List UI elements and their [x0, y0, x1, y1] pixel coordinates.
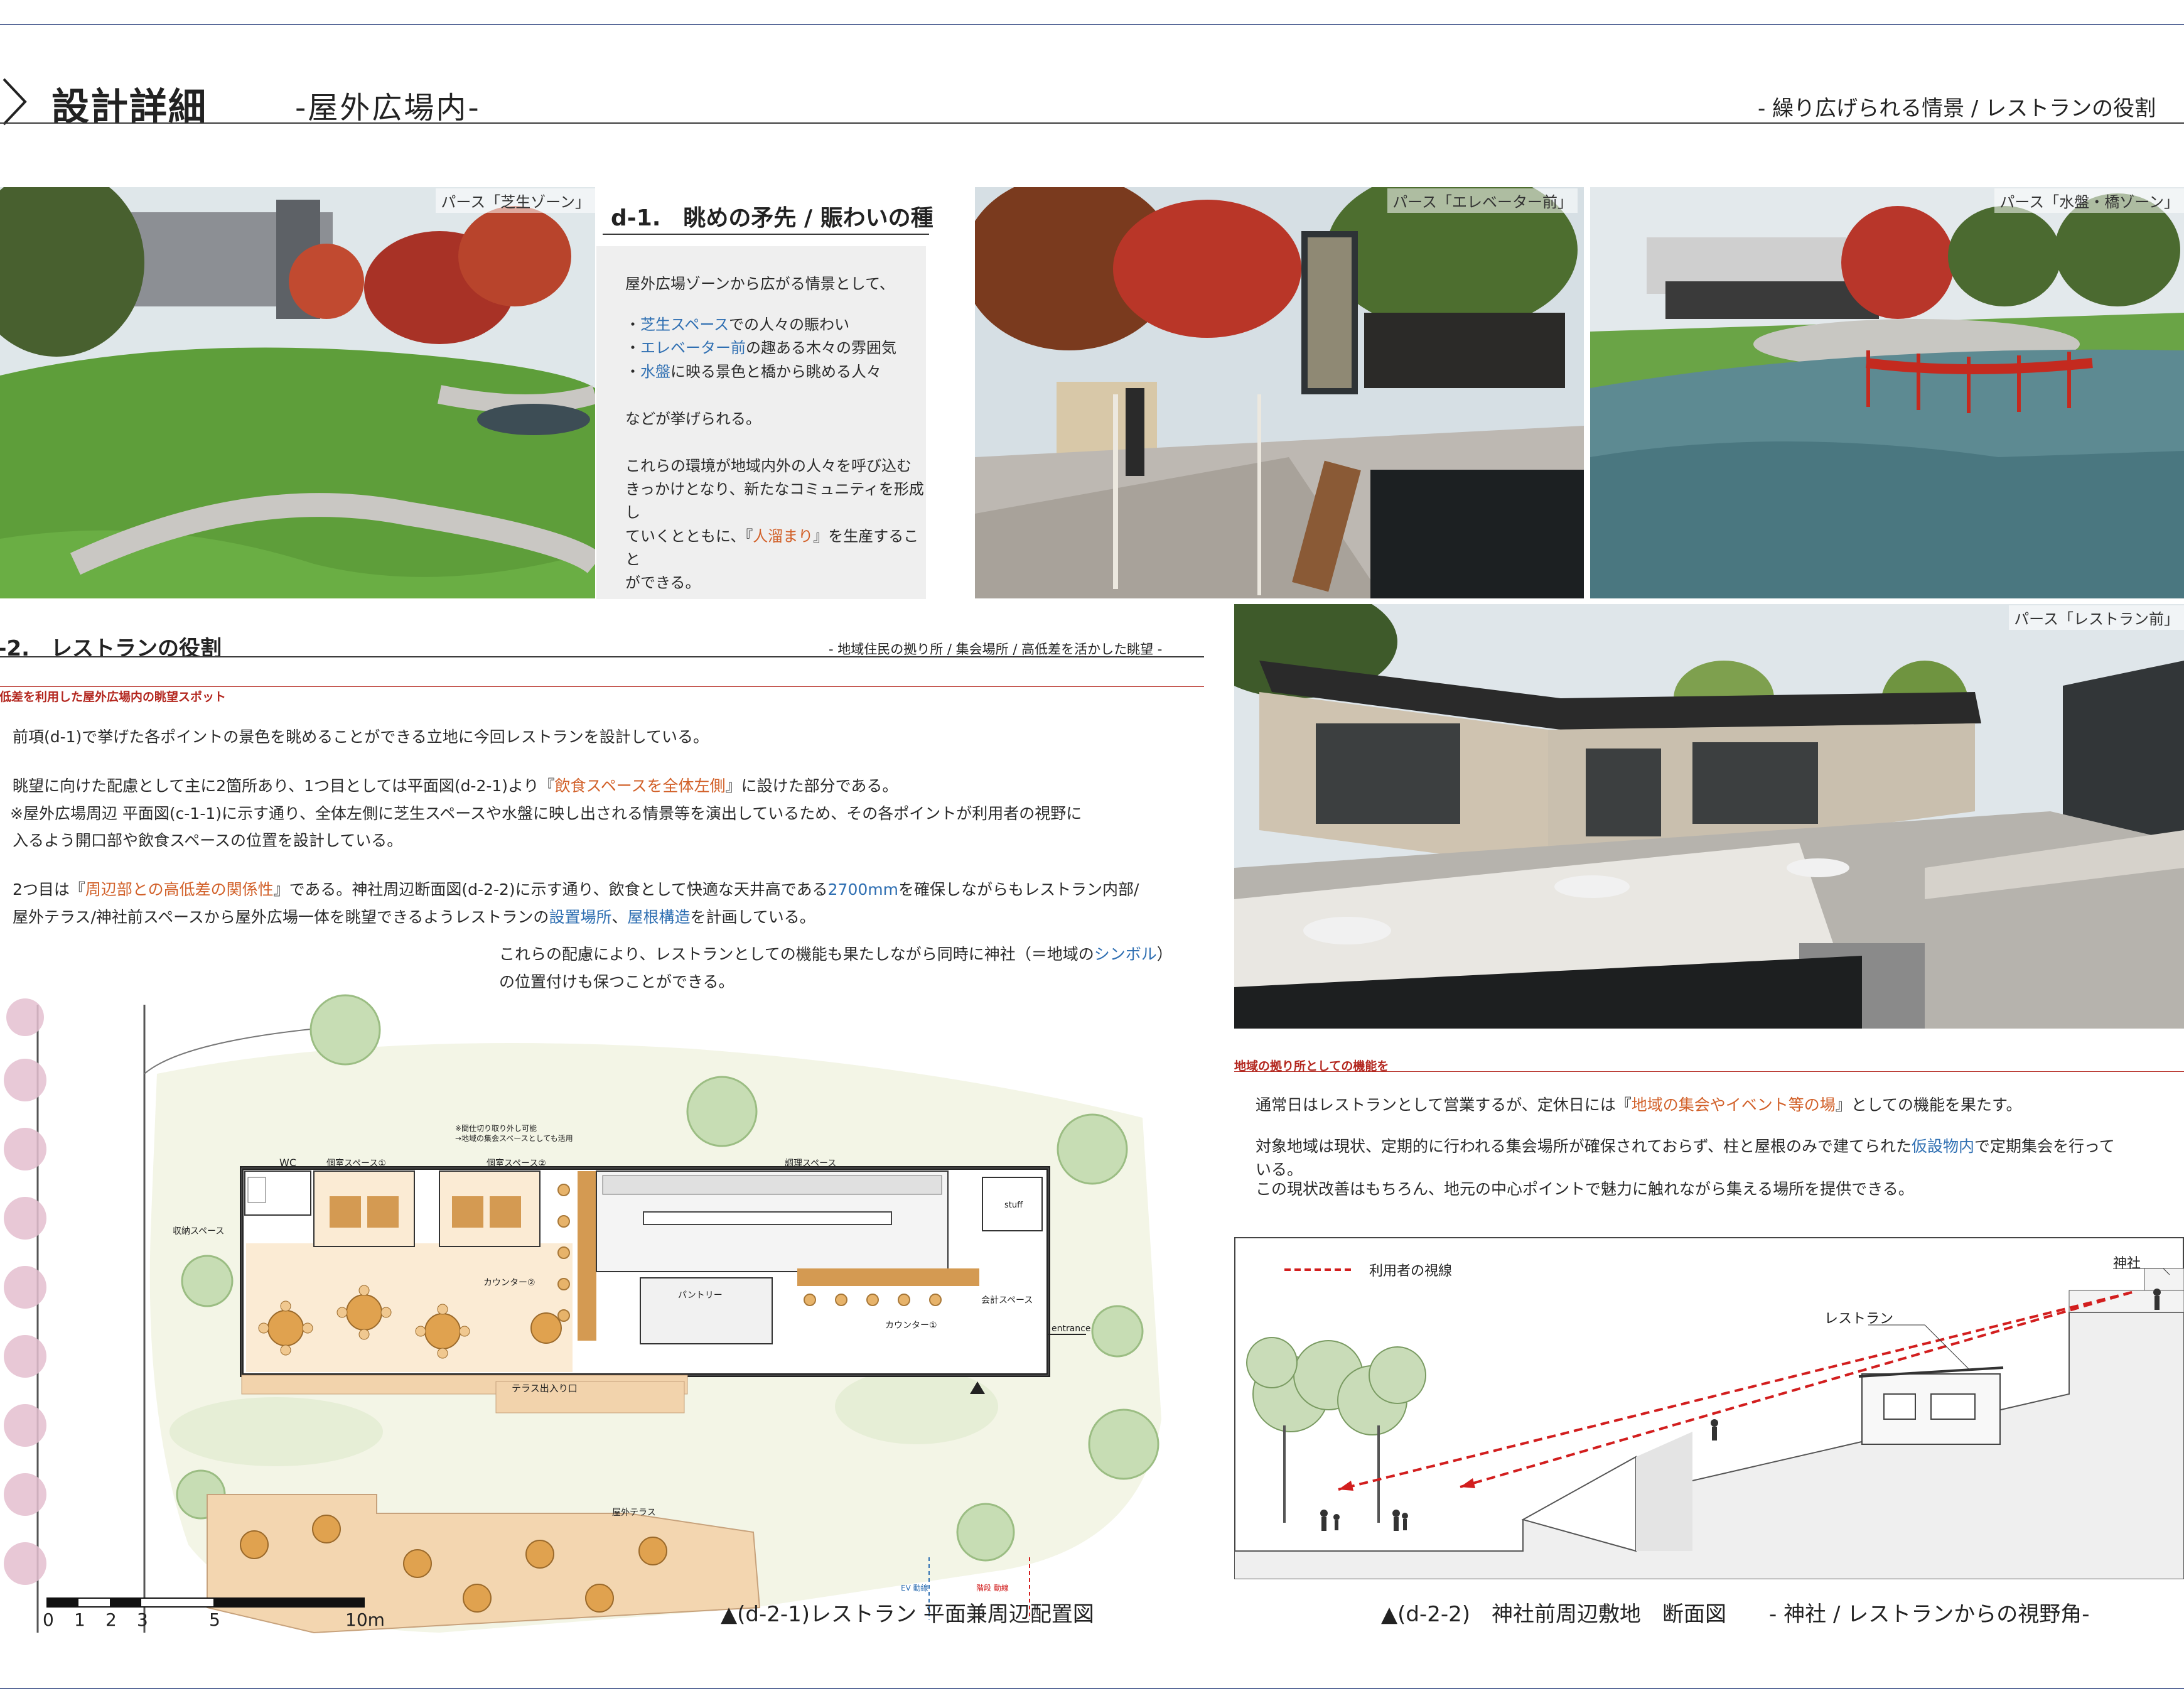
section-legend-label: 利用者の視線: [1369, 1263, 1453, 1279]
elevator-render: パース「エレベーター前」: [975, 187, 1584, 598]
section-shrine-label: 神社: [2113, 1256, 2141, 1272]
d1-para: きっかけとなり、新たなコミュニティを形成し: [625, 480, 924, 522]
plan-label-pantry: パントリー: [678, 1290, 723, 1300]
d1-item: ・水盤に映る景色と橋から眺める人々: [625, 362, 881, 381]
hub-body: 通常日はレストランとして営業するが、定休日には『地域の集会やイベント等の場』とし…: [1256, 1091, 2184, 1199]
plan-label-private1: 個室スペース①: [326, 1159, 386, 1169]
top-rule: [0, 24, 2184, 25]
plan-label-private2: 個室スペース②: [487, 1159, 546, 1169]
restaurant-front-render: パース「レストラン前」: [1234, 604, 2184, 1029]
scale-0: 0: [43, 1609, 54, 1630]
d2-p5: 2つ目は『周辺部との高低差の関係性』である。神社周辺断面図(d-2-2)に示す通…: [13, 880, 1139, 899]
d2-right-note: - 地域住民の拠り所 / 集会場所 / 高低差を活かした眺望 -: [829, 642, 1163, 657]
d1-item: ・芝生スペースでの人々の賑わい: [625, 316, 850, 334]
plan-label-terrace-exit: テラス出入り口: [512, 1383, 578, 1394]
d1-heading-rule: [603, 234, 929, 235]
scale-2: 2: [105, 1609, 117, 1630]
page-subtitle: -屋外広場内-: [295, 90, 481, 126]
plan-label-note1: ※間仕切り取り外し可能: [455, 1124, 537, 1133]
d1-panel: 屋外広場ゾーンから広がる情景として、 ・芝生スペースでの人々の賑わい ・エレベー…: [596, 246, 926, 599]
hub-l3: いる。: [1256, 1160, 1303, 1179]
chevron-icon: [3, 78, 27, 126]
d2-subheading: 高低差を利用した屋外広場内の眺望スポット: [0, 688, 314, 703]
hub-l1: 通常日はレストランとして営業するが、定休日には『地域の集会やイベント等の場』とし…: [1256, 1096, 2022, 1114]
d1-heading: d-1. 眺めの矛先 / 賑わいの種: [611, 205, 933, 231]
d1-para: これらの環境が地域内外の人々を呼び込む: [625, 457, 912, 475]
d1-after: などが挙げられる。: [625, 409, 761, 428]
plan-label-register: 会計スペース: [981, 1295, 1033, 1305]
section-restaurant-label: レストラン: [1824, 1311, 1894, 1327]
d2-p4: 入るよう開口部や飲食スペースの位置を設計している。: [13, 831, 403, 850]
d2-p3: ※屋外広場周辺 平面図(c-1-1)に示す通り、全体左側に芝生スペースや水盤に映…: [10, 804, 1082, 823]
plan-label-counter2: カウンター②: [483, 1278, 535, 1288]
plan-label-wc: WC: [279, 1157, 296, 1169]
pond-caption: パース「水盤・橋ゾーン」: [1994, 188, 2184, 213]
plan-label-stair-route: 階段 動線: [976, 1584, 1009, 1592]
scale-5: 5: [209, 1609, 220, 1630]
d2-heading-text: d-2. レストランの役割: [0, 636, 222, 657]
d2-sub-rule: [0, 686, 1204, 687]
plan-label-note2: →地域の集会スペースとしても活用: [455, 1134, 573, 1143]
floor-plan: WC 個室スペース① 個室スペース② ※間仕切り取り外し可能 →地域の集会スペー…: [0, 980, 1205, 1639]
lawn-caption: パース「芝生ゾーン」: [436, 188, 595, 213]
d1-item: ・エレベーター前の趣ある木々の雰囲気: [625, 339, 896, 357]
hub-l4: この現状改善はもちろん、地元の中心ポイントで魅力に触れながら集える場所を提供でき…: [1256, 1179, 1914, 1198]
d1-intro: 屋外広場ゾーンから広がる情景として、: [625, 275, 895, 293]
plan-label-ev-route: EV 動線: [901, 1584, 928, 1592]
d2-body: 前項(d-1)で挙げた各ポイントの景色を眺めることができる立地に今回レストランを…: [10, 723, 1205, 931]
plan-label-storage: 収納スペース: [173, 1226, 225, 1236]
d2-p2: 眺望に向けた配慮として主に2箇所あり、1つ目としては平面図(d-2-1)より『飲…: [13, 776, 898, 795]
d2-heading: d-2. レストランの役割: [0, 631, 245, 657]
plan-label-counter1: カウンター①: [885, 1321, 937, 1331]
d1-para: ができる。: [625, 573, 701, 592]
hub-l2: 対象地域は現状、定期的に行われる集会場所が確保されておらず、柱と屋根のみで建てら…: [1256, 1137, 2115, 1155]
plan-caption: ▲(d-2-1)レストラン 平面兼周辺配置図: [721, 1602, 1094, 1627]
d2-p6: 屋外テラス/神社前スペースから屋外広場一体を眺望できるようレストランの設置場所、…: [13, 907, 815, 926]
plan-label-kitchen: 調理スペース: [785, 1159, 837, 1169]
plan-label-stuff: stuff: [1004, 1201, 1023, 1210]
section-drawing: 利用者の視線 神社 レストラン: [1234, 1237, 2184, 1579]
lawn-zone-render: パース「芝生ゾーン」: [0, 187, 595, 598]
d2-subheading-text: 高低差を利用した屋外広場内の眺望スポット: [0, 690, 227, 703]
elevator-caption: パース「エレベーター前」: [1387, 188, 1578, 213]
d1-para: ていくとともに、『人溜まり』を生産すること: [625, 527, 919, 568]
bottom-rule: [0, 1688, 2184, 1689]
header-underline: [0, 122, 2184, 124]
scale-3: 3: [137, 1609, 148, 1630]
plan-label-outdoor-terrace: 屋外テラス: [612, 1508, 656, 1518]
d2-p1: 前項(d-1)で挙げた各ポイントの景色を眺めることができる立地に今回レストランを…: [13, 728, 709, 746]
section-caption: ▲(d-2-2) 神社前周辺敷地 断面図 - 神社 / レストランからの視野角-: [1381, 1602, 2090, 1627]
d2-rule: [0, 656, 1204, 657]
scale-10: 10m: [345, 1609, 385, 1630]
hub-rule: [1234, 1071, 2184, 1072]
restaurant-caption: パース「レストラン前」: [2009, 605, 2184, 630]
plan-label-entrance: entrance: [1052, 1324, 1091, 1334]
pond-bridge-render: パース「水盤・橋ゾーン」: [1590, 187, 2184, 598]
scale-1: 1: [74, 1609, 85, 1630]
d2-p7: これらの配慮により、レストランとしての機能も果たしながら同時に神社（＝地域のシン…: [499, 945, 1173, 963]
header-right: - 繰り広げられる情景 / レストランの役割: [1758, 96, 2156, 121]
